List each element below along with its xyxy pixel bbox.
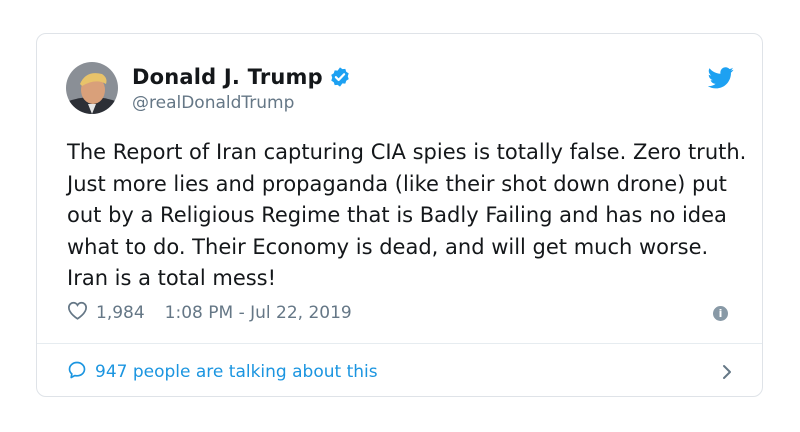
conversation-link[interactable]: 947 people are talking about this: [67, 352, 734, 392]
tweet-timestamp[interactable]: 1:08 PM - Jul 22, 2019: [165, 303, 352, 323]
author-name[interactable]: Donald J. Trump: [132, 65, 323, 89]
avatar[interactable]: [66, 62, 118, 114]
speech-bubble-icon: [67, 360, 95, 384]
twitter-bird-icon[interactable]: [707, 67, 734, 89]
talking-count-label[interactable]: 947 people are talking about this: [95, 362, 378, 382]
verified-badge-icon: [329, 66, 351, 88]
chevron-right-icon[interactable]: [720, 363, 734, 381]
tweet-card: Donald J. Trump @realDonaldTrump The Rep…: [36, 33, 763, 397]
tweet-text: The Report of Iran capturing CIA spies i…: [67, 140, 747, 291]
author-name-row: Donald J. Trump: [132, 65, 351, 89]
info-icon[interactable]: i: [713, 306, 728, 321]
heart-icon[interactable]: [67, 301, 96, 325]
like-count[interactable]: 1,984: [96, 303, 145, 323]
divider: [37, 343, 762, 344]
tweet-meta: 1,984 1:08 PM - Jul 22, 2019: [67, 301, 352, 325]
author-handle[interactable]: @realDonaldTrump: [132, 93, 294, 113]
